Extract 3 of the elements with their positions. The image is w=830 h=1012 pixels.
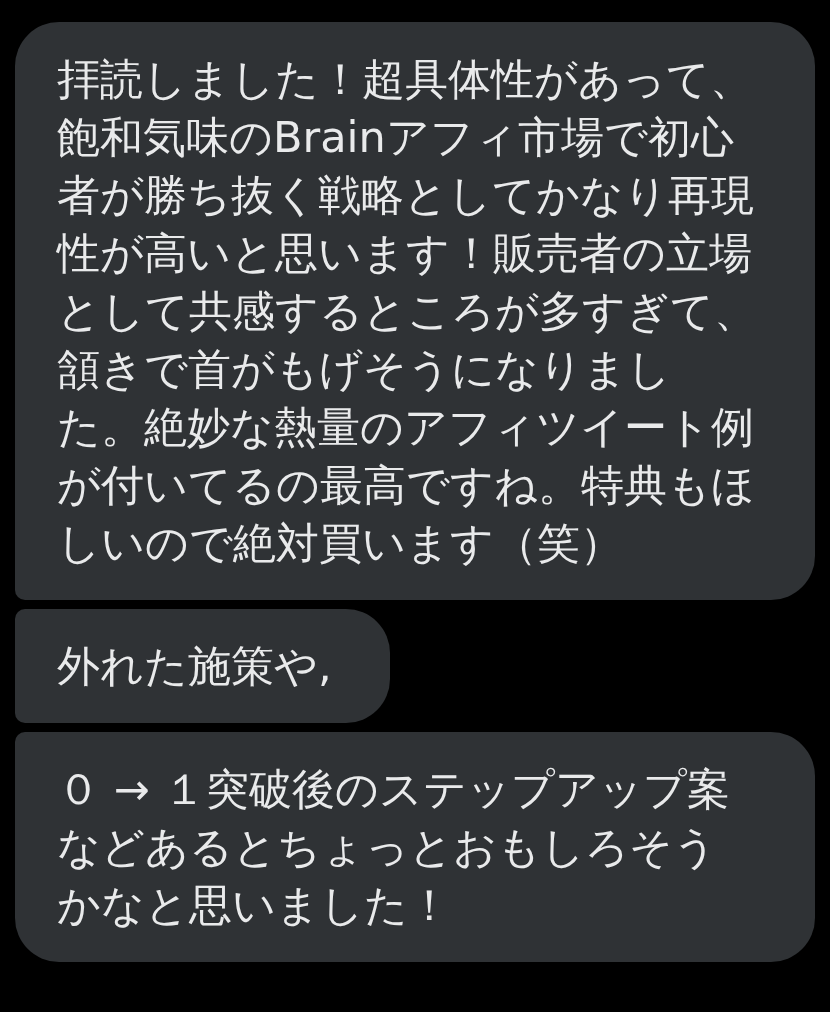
message-bubble: 拝読しました！超具体性があって、飽和気味のBrainアフィ市場で初心者が勝ち抜く戦略としてかなり再現性が高いと思います！販売者の立場として共感するところが多すぎて、頷きで首がもげそうになりました。絶妙な熱量のアフィツイート例が付いてるの最高ですね。特典もほしいので絶対買います（笑） [15, 22, 815, 600]
message-bubble: 外れた施策や, [15, 609, 390, 723]
message-bubble: ０ → １突破後のステップアップ案などあるとちょっとおもしろそうかなと思いました！ [15, 732, 815, 962]
